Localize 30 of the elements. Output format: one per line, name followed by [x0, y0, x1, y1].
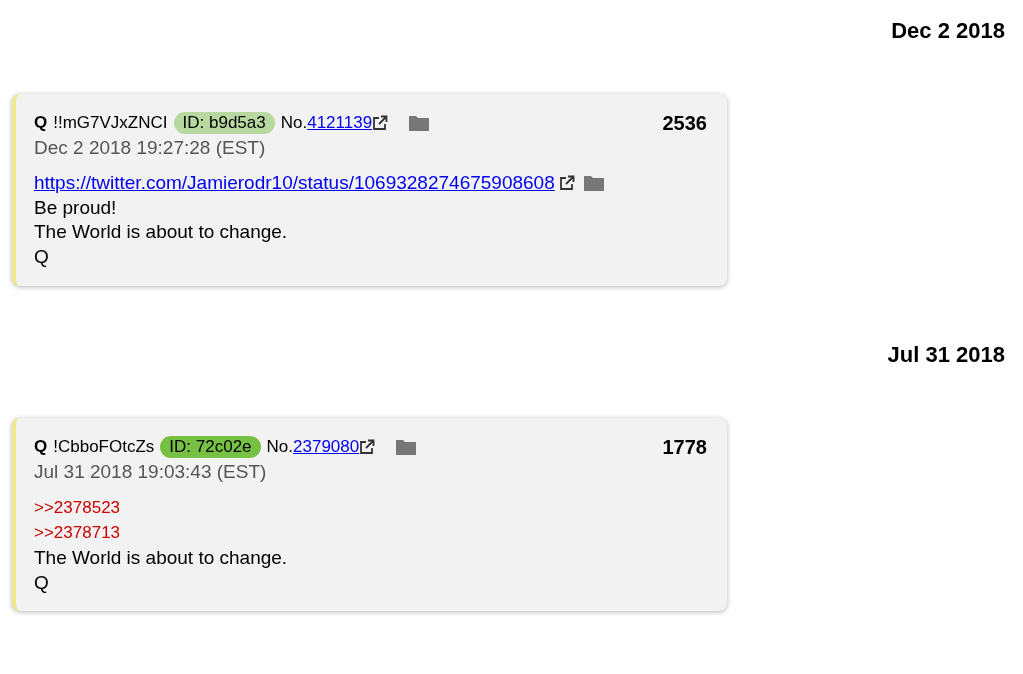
poster-id: ID: b9d5a3	[173, 112, 275, 135]
message-text: The World is about to change.	[34, 546, 288, 568]
timestamp: Dec 2 2018 19:27:28 (EST)	[34, 136, 267, 161]
timestamp: Jul 31 2018 19:03:43 (EST)	[34, 460, 268, 485]
date-heading: Jul 31 2018	[886, 341, 1005, 369]
poster-id: ID: 72c02e	[160, 436, 261, 459]
external-link-icon[interactable]	[558, 175, 575, 192]
tripcode: !CbboFOtcZs	[53, 436, 155, 459]
message-text: Be proud!	[34, 196, 117, 218]
post-count: 2536	[662, 111, 707, 137]
post-number-label: No.	[266, 436, 294, 459]
tweet-link[interactable]: https://twitter.com/Jamierodr10/status/1069328274675908608	[34, 171, 555, 196]
external-link-icon[interactable]	[359, 439, 376, 456]
post-number-link[interactable]: 4121139	[307, 112, 373, 135]
message-text: Q	[34, 571, 49, 593]
post-count: 1778	[662, 435, 707, 461]
post-number-link[interactable]: 2379080	[293, 436, 360, 459]
message-text: The World is about to change.	[34, 221, 288, 243]
external-link-icon[interactable]	[372, 115, 389, 132]
author-name: Q	[34, 112, 48, 135]
reply-reference[interactable]: >>2378523	[34, 497, 121, 517]
message-text: Q	[34, 246, 49, 268]
folder-icon[interactable]	[582, 174, 605, 193]
folder-icon[interactable]	[395, 438, 418, 457]
reply-reference[interactable]: >>2378713	[34, 523, 121, 543]
post-number-label: No.	[280, 112, 308, 135]
author-name: Q	[34, 436, 48, 459]
tripcode: !!mG7VJxZNCI	[53, 112, 168, 135]
folder-icon[interactable]	[408, 114, 431, 133]
date-heading: Dec 2 2018	[890, 18, 1005, 45]
